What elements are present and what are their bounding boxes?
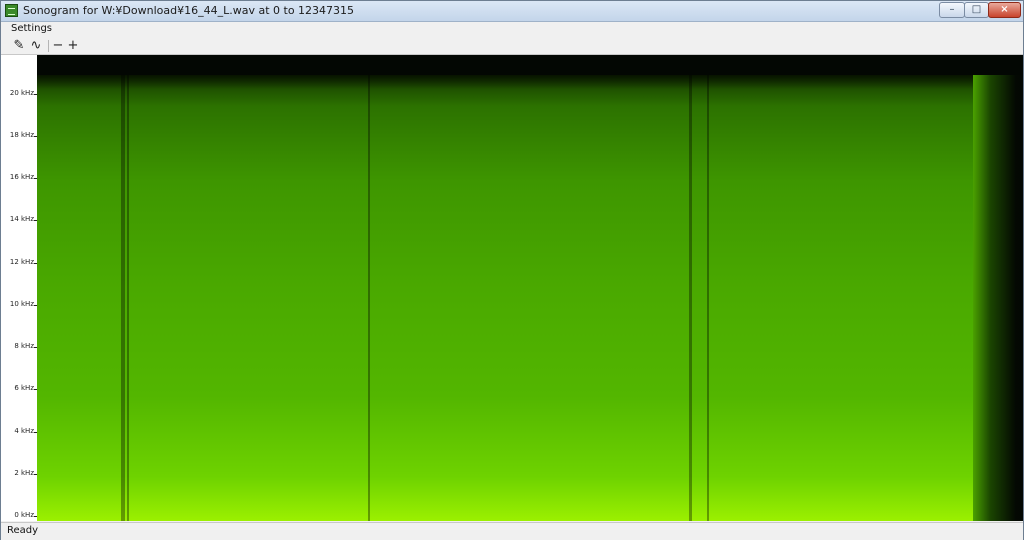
spectrogram-main-energy [37,75,973,521]
axis-label-16khz: 16 kHz [9,173,34,181]
toolbar-separator [48,40,49,52]
axis-label-14khz: 14 kHz [9,215,34,223]
axis-label-6khz: 6 kHz [14,384,34,392]
spectrogram-top-shadow [37,75,973,89]
spectrogram-dark-stripe [368,75,370,521]
status-bar: Ready [1,522,1023,540]
title-bar: Sonogram for W:¥Download¥16_44_L.wav at … [1,1,1023,22]
axis-label-10khz: 10 kHz [9,300,34,308]
axis-label-4khz: 4 kHz [14,427,34,435]
zoom-out-icon[interactable]: − [50,38,66,54]
status-text: Ready [7,525,39,536]
minimize-button[interactable]: – [939,2,965,18]
spectrogram-dark-stripe [127,75,129,521]
axis-label-18khz: 18 kHz [9,131,34,139]
spectrogram-dark-stripe [689,75,692,521]
maximize-button[interactable]: □ [964,2,989,18]
app-icon [5,4,18,17]
zoom-in-icon[interactable]: + [65,38,81,54]
wrench-icon[interactable]: ✎ [11,38,27,54]
sonogram-plot[interactable]: 20 kHz 18 kHz 16 kHz 14 kHz 12 kHz 10 kH… [1,55,1023,521]
frequency-axis: 20 kHz 18 kHz 16 kHz 14 kHz 12 kHz 10 kH… [1,55,38,521]
window-title: Sonogram for W:¥Download¥16_44_L.wav at … [23,4,355,17]
axis-label-2khz: 2 kHz [14,469,34,477]
menu-bar: Settings [1,22,1023,37]
axis-label-0khz: 0 kHz [14,511,34,519]
spectrogram-dark-stripe [121,75,125,521]
axis-label-12khz: 12 kHz [9,258,34,266]
spectrogram-image[interactable] [37,55,1023,521]
spectrogram-dark-stripe [707,75,709,521]
axis-label-20khz: 20 kHz [9,89,34,97]
spectrogram-fade-out [973,75,1023,521]
sonogram-window: Sonogram for W:¥Download¥16_44_L.wav at … [0,0,1024,540]
wave-icon[interactable]: ∿ [28,38,44,54]
axis-label-8khz: 8 kHz [14,342,34,350]
toolbar: ✎ ∿ − + [1,38,1023,55]
menu-settings[interactable]: Settings [11,23,52,34]
close-button[interactable]: × [988,2,1021,18]
